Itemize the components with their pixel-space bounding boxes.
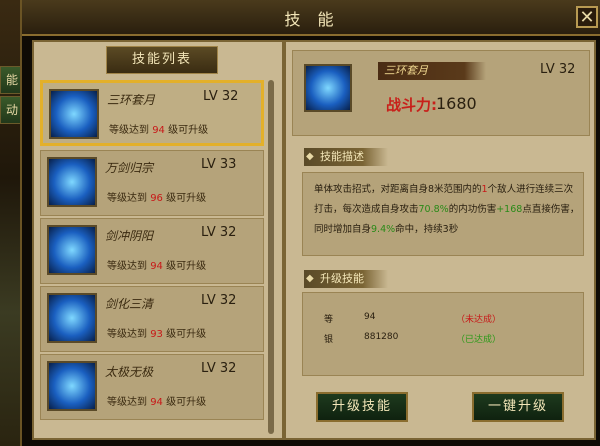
upgrade-req-silver-value: 881280 xyxy=(364,332,399,342)
skill-requirement: 等级达到 93 级可升级 xyxy=(107,329,207,340)
taiji-icon xyxy=(47,361,97,411)
skill-requirement: 等级达到 94 级可升级 xyxy=(109,125,209,136)
skill-item-wanjianguizong[interactable]: 万剑归宗 LV 33 等级达到 96 级可升级 xyxy=(40,150,264,216)
sword-skill-icon xyxy=(49,89,99,139)
skill-detail-panel: 三环套月 LV 32 战斗力: 1680 技能描述 单体攻击招式，对距离自身8米… xyxy=(284,40,596,440)
detail-skill-level: LV 32 xyxy=(540,62,576,77)
skill-level: LV 33 xyxy=(201,157,237,172)
skill-name: 三环套月 xyxy=(107,93,156,107)
skill-window: 技 能 ✕ 技能列表 三环套月 LV 32 等级达到 94 级可升级 万剑归宗 … xyxy=(20,0,600,446)
skill-level: LV 32 xyxy=(201,361,237,376)
combat-power-label: 战斗力: xyxy=(386,96,437,114)
skill-name: 剑冲阴阳 xyxy=(105,229,154,243)
skill-description-heading: 技能描述 xyxy=(304,148,388,166)
skill-requirement: 等级达到 94 级可升级 xyxy=(107,397,207,408)
upgrade-requirements-box xyxy=(302,292,584,376)
skill-item-sanhuantaoyue[interactable]: 三环套月 LV 32 等级达到 94 级可升级 xyxy=(40,80,264,146)
close-icon: ✕ xyxy=(579,7,595,28)
skill-list-panel: 技能列表 三环套月 LV 32 等级达到 94 级可升级 万剑归宗 LV 33 … xyxy=(32,40,284,440)
skill-level: LV 32 xyxy=(203,89,239,104)
title-bar: 技 能 ✕ xyxy=(22,0,600,36)
upgrade-req-level-value: 94 xyxy=(364,312,376,322)
one-click-upgrade-button[interactable]: 一键升级 xyxy=(472,392,564,422)
upgrade-req-silver-status: （已达成） xyxy=(456,335,502,345)
skill-name: 万剑归宗 xyxy=(105,161,154,175)
close-button[interactable]: ✕ xyxy=(576,6,598,28)
skill-name: 太极无极 xyxy=(105,365,154,379)
sword-rain-icon xyxy=(47,157,97,207)
detail-skill-name: 三环套月 xyxy=(384,64,428,77)
skill-name: 剑化三清 xyxy=(105,297,154,311)
skill-item-taijiwuji[interactable]: 太极无极 LV 32 等级达到 94 级可升级 xyxy=(40,354,264,420)
combat-power-value: 1680 xyxy=(436,94,477,113)
skill-level: LV 32 xyxy=(201,293,237,308)
skill-item-jianhuasanqing[interactable]: 剑化三清 LV 32 等级达到 93 级可升级 xyxy=(40,286,264,352)
upgrade-skill-button[interactable]: 升级技能 xyxy=(316,392,408,422)
yin-yang-icon xyxy=(47,225,97,275)
skill-requirement: 等级达到 94 级可升级 xyxy=(107,261,207,272)
sword-skill-icon xyxy=(304,64,352,112)
upgrade-skill-heading: 升级技能 xyxy=(304,270,388,288)
skill-item-jianchongyinyang[interactable]: 剑冲阴阳 LV 32 等级达到 94 级可升级 xyxy=(40,218,264,284)
skill-list-title: 技能列表 xyxy=(106,46,218,74)
upgrade-req-silver-label: 银 xyxy=(324,335,334,345)
window-title: 技 能 xyxy=(284,10,340,29)
skill-list-scrollbar[interactable] xyxy=(268,80,274,434)
upgrade-req-level-status: （未达成） xyxy=(456,315,502,325)
upgrade-req-level-label: 等 xyxy=(324,315,334,325)
skill-description-text: 单体攻击招式，对距离自身8米范围内的1个敌人进行连续三次打击，每次造成自身攻击7… xyxy=(314,184,580,235)
skill-level: LV 32 xyxy=(201,225,237,240)
blade-swirl-icon xyxy=(47,293,97,343)
skill-requirement: 等级达到 96 级可升级 xyxy=(107,193,207,204)
